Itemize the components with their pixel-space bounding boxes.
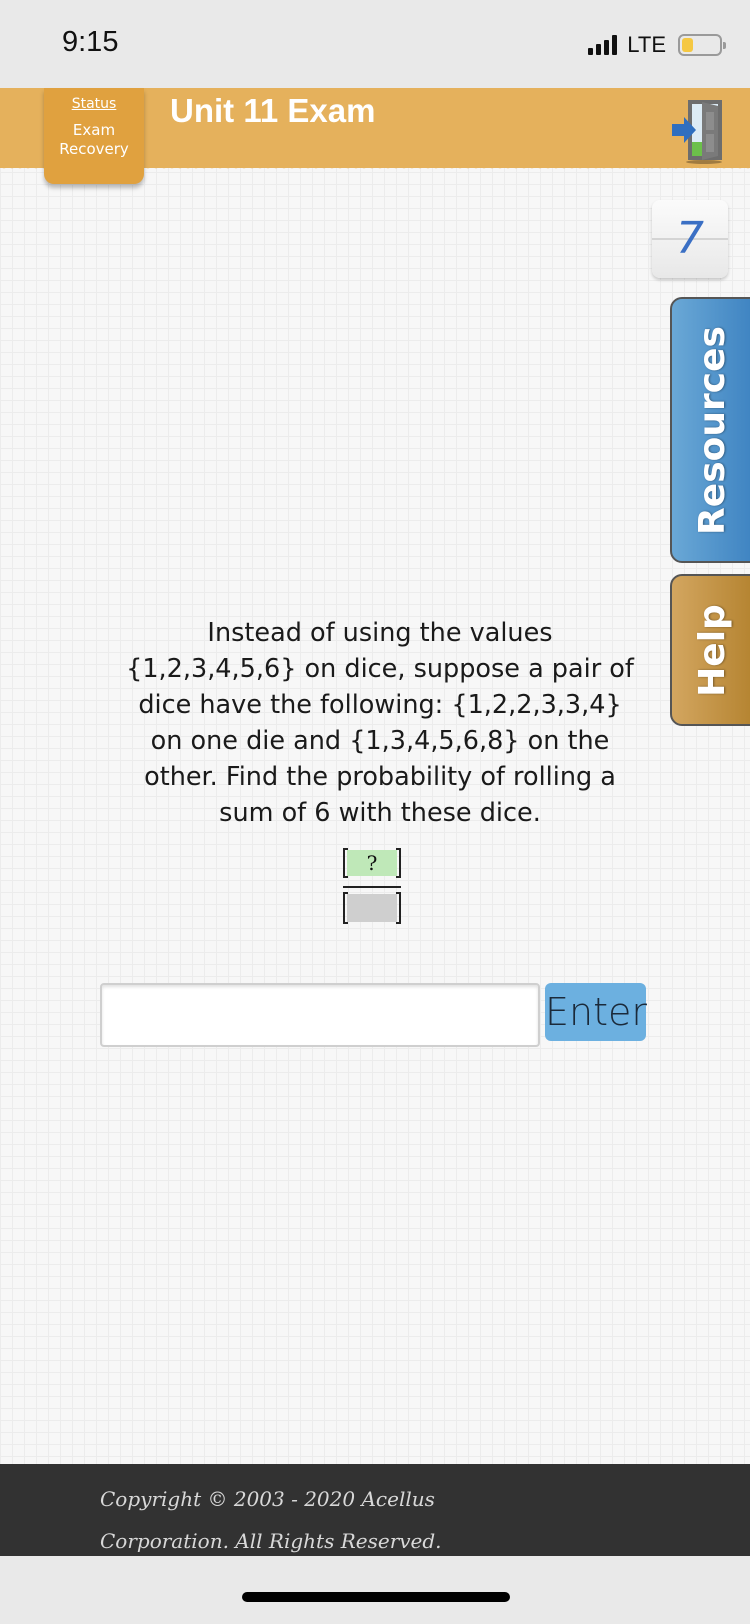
resources-tab[interactable]: Resources — [670, 297, 750, 563]
network-type: LTE — [627, 32, 666, 57]
battery-icon — [678, 34, 726, 56]
battery-level — [682, 38, 693, 52]
status-mode: Exam Recovery — [44, 121, 144, 159]
page-title: Unit 11 Exam — [170, 92, 376, 129]
fraction-bar — [343, 886, 401, 888]
status-bar: 9:15 LTE — [0, 0, 750, 88]
status-time: 9:15 — [62, 26, 119, 58]
fraction-denominator-slot[interactable] — [347, 894, 397, 922]
status-mode-line1: Exam — [72, 121, 116, 139]
numerator-bracket-right — [396, 848, 401, 878]
answer-fraction: ? — [343, 848, 401, 928]
home-indicator[interactable] — [242, 1592, 510, 1602]
status-link[interactable]: Status — [44, 96, 144, 112]
status-icons: LTE — [588, 32, 726, 58]
question-counter: 7 — [652, 200, 728, 278]
exit-door-icon[interactable] — [672, 98, 724, 164]
question-text: Instead of using the values {1,2,3,4,5,6… — [126, 618, 634, 828]
help-tab[interactable]: Help — [670, 574, 750, 726]
resources-tab-label: Resources — [691, 325, 733, 535]
footer: Copyright © 2003 - 2020 Acellus Corporat… — [0, 1464, 750, 1556]
copyright-line2: Corporation. All Rights Reserved. — [100, 1529, 442, 1553]
fraction-numerator-slot[interactable]: ? — [347, 850, 397, 876]
denominator-bracket-right — [396, 892, 401, 924]
question-number: 7 — [676, 213, 704, 264]
status-tab[interactable]: Status Exam Recovery — [44, 88, 144, 184]
numerator-bracket-left — [343, 848, 348, 878]
status-mode-line2: Recovery — [59, 140, 129, 158]
signal-icon — [588, 35, 618, 55]
denominator-bracket-left — [343, 892, 348, 924]
copyright-text: Copyright © 2003 - 2020 Acellus Corporat… — [100, 1478, 500, 1562]
battery-nub — [723, 42, 726, 49]
answer-input[interactable] — [100, 983, 540, 1047]
copyright-line1: Copyright © 2003 - 2020 Acellus — [100, 1487, 435, 1511]
help-tab-label: Help — [691, 603, 733, 697]
enter-button[interactable]: Enter — [545, 983, 647, 1041]
